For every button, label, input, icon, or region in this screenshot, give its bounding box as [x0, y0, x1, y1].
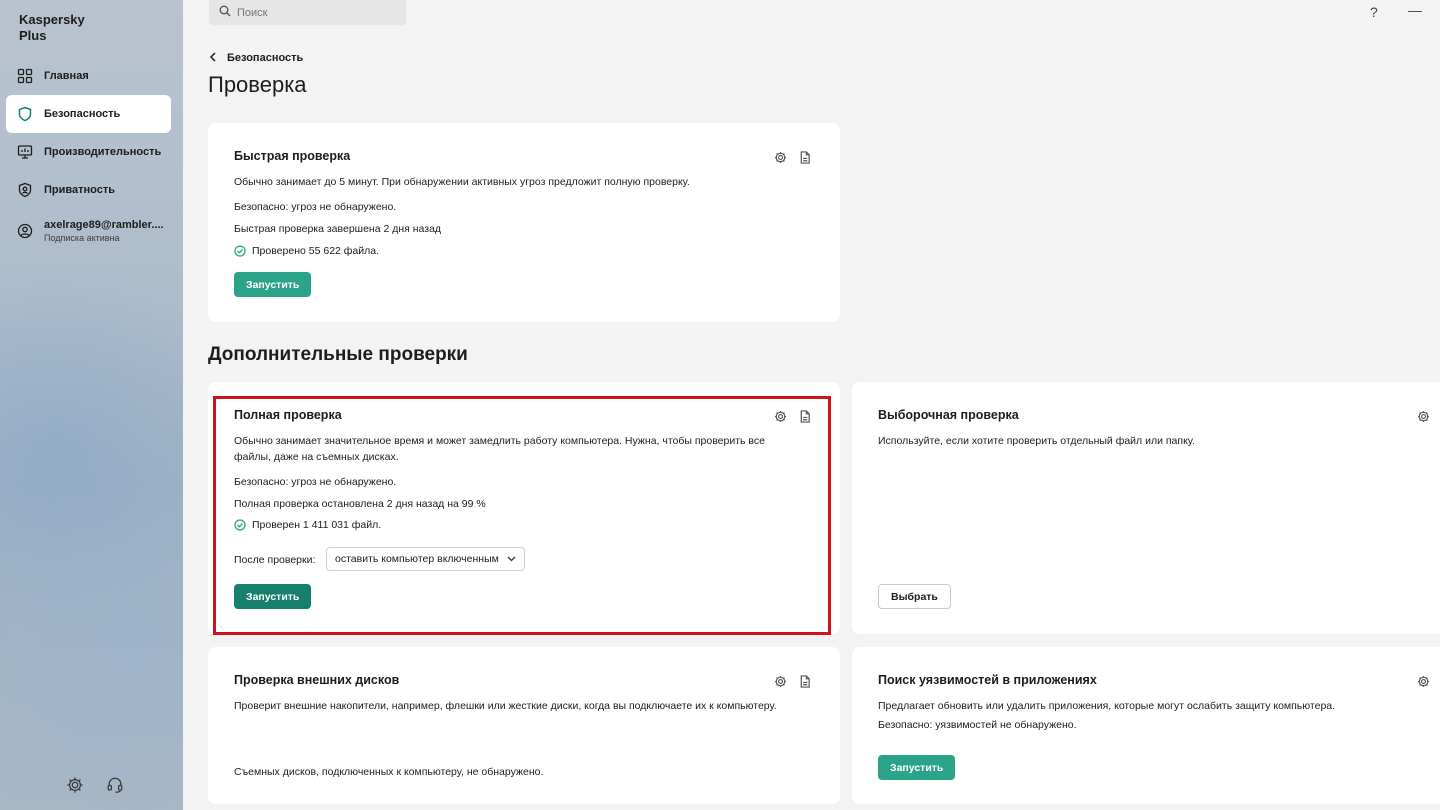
breadcrumb[interactable]: Безопасность [209, 51, 303, 65]
quick-scan-status: Безопасно: угроз не обнаружено. [234, 201, 397, 213]
app-title: Kaspersky Plus [19, 12, 109, 44]
sidebar-account[interactable]: axelrage89@rambler.... Подписка активна [6, 209, 171, 253]
full-scan-title: Полная проверка [234, 408, 342, 422]
user-icon [16, 222, 34, 240]
sidebar-item-label: Производительность [44, 146, 162, 158]
help-button[interactable]: ? [1370, 4, 1378, 20]
app-title-line1: Kaspersky [19, 12, 85, 27]
chevron-down-icon [507, 556, 516, 562]
section-title: Дополнительные проверки [208, 344, 468, 365]
check-circle-icon [234, 245, 246, 257]
vuln-scan-run-button[interactable]: Запустить [878, 755, 956, 780]
full-scan-last: Полная проверка остановлена 2 дня назад … [234, 498, 486, 510]
chevron-left-icon [209, 51, 217, 65]
monitor-icon [16, 143, 34, 161]
full-scan-description-line1: Обычно занимает значительное время и мож… [234, 435, 765, 447]
quick-scan-checked-row: Проверено 55 622 файла. [234, 245, 379, 257]
main-area: ? — Безопасность Проверка Быстрая провер… [183, 0, 1440, 810]
after-scan-label: После проверки: [234, 554, 316, 566]
gear-icon[interactable] [774, 151, 787, 169]
report-icon[interactable] [799, 410, 811, 428]
custom-scan-choose-button[interactable]: Выбрать [878, 584, 951, 609]
after-scan-select[interactable]: оставить компьютер включенным [326, 547, 525, 571]
search-icon [219, 4, 231, 22]
report-icon[interactable] [799, 675, 811, 693]
vuln-scan-description: Предлагает обновить или удалить приложен… [878, 700, 1336, 712]
grid-icon [16, 67, 34, 85]
support-headset-icon[interactable] [106, 776, 124, 799]
sidebar: Kaspersky Plus Главная Безопасность Прои… [0, 0, 183, 810]
external-scan-description: Проверит внешние накопители, например, ф… [234, 700, 777, 712]
custom-scan-card: Выборочная проверка Используйте, если хо… [852, 382, 1440, 634]
sidebar-item-label: Главная [44, 70, 89, 82]
minimize-button[interactable]: — [1408, 2, 1422, 18]
sidebar-bottom [66, 776, 124, 799]
check-circle-icon [234, 519, 246, 531]
external-scan-card: Проверка внешних дисков Проверит внешние… [208, 647, 840, 804]
quick-scan-last: Быстрая проверка завершена 2 дня назад [234, 223, 442, 235]
vuln-scan-card: Поиск уязвимостей в приложениях Предлага… [852, 647, 1440, 804]
vuln-scan-status: Безопасно: уязвимостей не обнаружено. [878, 719, 1077, 731]
full-scan-checked: Проверен 1 411 031 файл. [252, 519, 382, 531]
page-title: Проверка [208, 72, 307, 97]
privacy-shield-icon [16, 181, 34, 199]
account-email: axelrage89@rambler.... [44, 219, 164, 231]
quick-scan-title: Быстрая проверка [234, 149, 351, 163]
quick-scan-description: Обычно занимает до 5 минут. При обнаруже… [234, 176, 690, 188]
sidebar-item-label: Приватность [44, 184, 115, 196]
full-scan-card: Полная проверка Обычно занимает значител… [208, 382, 840, 634]
external-scan-status: Съемных дисков, подключенных к компьютер… [234, 766, 544, 778]
settings-gear-icon[interactable] [66, 776, 84, 799]
shield-icon [16, 105, 34, 123]
sidebar-item-performance[interactable]: Производительность [6, 133, 171, 171]
vuln-scan-title: Поиск уязвимостей в приложениях [878, 673, 1097, 687]
full-scan-status: Безопасно: угроз не обнаружено. [234, 476, 397, 488]
sidebar-nav: Главная Безопасность Производительность … [6, 57, 171, 253]
gear-icon[interactable] [774, 410, 787, 428]
quick-scan-checked: Проверено 55 622 файла. [252, 245, 380, 257]
custom-scan-description: Используйте, если хотите проверить отдел… [878, 435, 1195, 447]
sidebar-item-security[interactable]: Безопасность [6, 95, 171, 133]
account-status: Подписка активна [44, 233, 120, 243]
breadcrumb-label[interactable]: Безопасность [227, 52, 303, 64]
sidebar-item-home[interactable]: Главная [6, 57, 171, 95]
app-title-line2: Plus [19, 28, 47, 43]
report-icon[interactable] [799, 151, 811, 169]
external-scan-title: Проверка внешних дисков [234, 673, 400, 687]
gear-icon[interactable] [774, 675, 787, 693]
search-box[interactable] [209, 0, 406, 25]
full-scan-run-button[interactable]: Запустить [234, 584, 312, 609]
after-scan-value: оставить компьютер включенным [335, 553, 499, 565]
sidebar-item-label: Безопасность [44, 108, 121, 120]
full-scan-checked-row: Проверен 1 411 031 файл. [234, 519, 381, 531]
gear-icon[interactable] [1417, 410, 1430, 428]
custom-scan-title: Выборочная проверка [878, 408, 1019, 422]
gear-icon[interactable] [1417, 675, 1430, 693]
quick-scan-run-button[interactable]: Запустить [234, 272, 312, 297]
search-input[interactable] [237, 6, 387, 19]
sidebar-item-privacy[interactable]: Приватность [6, 171, 171, 209]
quick-scan-card: Быстрая проверка Обычно занимает до 5 ми… [208, 123, 840, 322]
full-scan-description-line2: файлы, даже на съемных дисках. [234, 451, 399, 463]
